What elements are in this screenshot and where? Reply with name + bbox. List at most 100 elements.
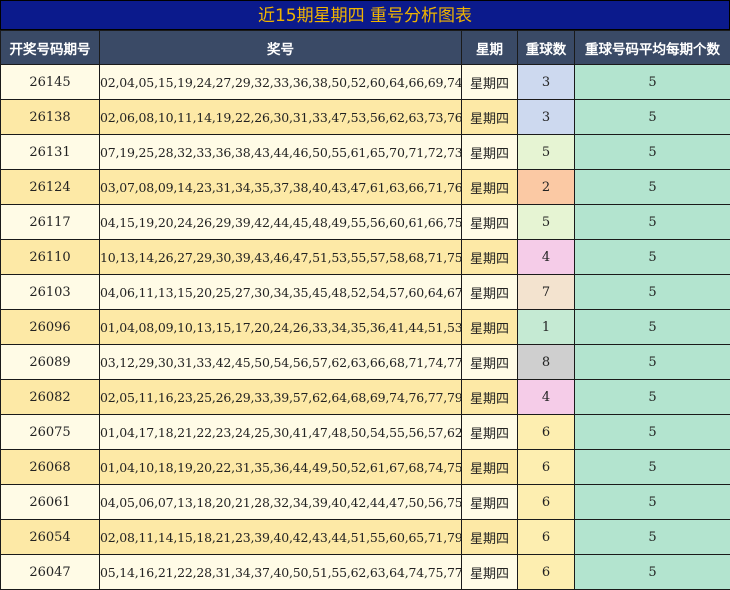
weekday-cell: 星期四	[462, 380, 518, 415]
header-repeat-count: 重球数	[518, 31, 575, 65]
repeat-average-cell: 5	[575, 520, 730, 555]
table-row: 2609601,04,08,09,10,13,15,17,20,24,26,33…	[1, 310, 730, 345]
issue-cell: 26047	[1, 555, 100, 590]
repeat-count-cell: 2	[518, 170, 575, 205]
weekday-cell: 星期四	[462, 240, 518, 275]
table-row: 2608903,12,29,30,31,33,42,45,50,54,56,57…	[1, 345, 730, 380]
header-numbers: 奖号	[100, 31, 462, 65]
weekday-cell: 星期四	[462, 555, 518, 590]
repeat-average-cell: 5	[575, 450, 730, 485]
repeat-average-cell: 5	[575, 415, 730, 450]
issue-cell: 26117	[1, 205, 100, 240]
table-row: 2607501,04,17,18,21,22,23,24,25,30,41,47…	[1, 415, 730, 450]
weekday-cell: 星期四	[462, 345, 518, 380]
repeat-average-cell: 5	[575, 310, 730, 345]
numbers-cell: 07,19,25,28,32,33,36,38,43,44,46,50,55,6…	[100, 135, 462, 170]
table-row: 2604705,14,16,21,22,28,31,34,37,40,50,51…	[1, 555, 730, 590]
header-row: 开奖号码期号 奖号 星期 重球数 重球号码平均每期个数	[1, 31, 730, 65]
issue-cell: 26054	[1, 520, 100, 555]
repeat-average-cell: 5	[575, 170, 730, 205]
repeat-average-cell: 5	[575, 345, 730, 380]
table-row: 2606801,04,10,18,19,20,22,31,35,36,44,49…	[1, 450, 730, 485]
chart-title: 近15期星期四 重号分析图表	[0, 0, 730, 30]
repeat-count-cell: 6	[518, 415, 575, 450]
issue-cell: 26103	[1, 275, 100, 310]
table-row: 2613107,19,25,28,32,33,36,38,43,44,46,50…	[1, 135, 730, 170]
numbers-cell: 01,04,10,18,19,20,22,31,35,36,44,49,50,5…	[100, 450, 462, 485]
issue-cell: 26096	[1, 310, 100, 345]
weekday-cell: 星期四	[462, 520, 518, 555]
repeat-average-cell: 5	[575, 135, 730, 170]
numbers-cell: 10,13,14,26,27,29,30,39,43,46,47,51,53,5…	[100, 240, 462, 275]
repeat-count-cell: 1	[518, 310, 575, 345]
weekday-cell: 星期四	[462, 310, 518, 345]
issue-cell: 26075	[1, 415, 100, 450]
numbers-cell: 04,15,19,20,24,26,29,39,42,44,45,48,49,5…	[100, 205, 462, 240]
numbers-cell: 02,06,08,10,11,14,19,22,26,30,31,33,47,5…	[100, 100, 462, 135]
repeat-average-cell: 5	[575, 275, 730, 310]
repeat-average-cell: 5	[575, 555, 730, 590]
issue-cell: 26061	[1, 485, 100, 520]
issue-cell: 26145	[1, 65, 100, 100]
numbers-cell: 02,08,11,14,15,18,21,23,39,40,42,43,44,5…	[100, 520, 462, 555]
header-weekday: 星期	[462, 31, 518, 65]
repeat-count-cell: 6	[518, 555, 575, 590]
numbers-cell: 01,04,08,09,10,13,15,17,20,24,26,33,34,3…	[100, 310, 462, 345]
numbers-cell: 03,12,29,30,31,33,42,45,50,54,56,57,62,6…	[100, 345, 462, 380]
weekday-cell: 星期四	[462, 65, 518, 100]
table-row: 2614502,04,05,15,19,24,27,29,32,33,36,38…	[1, 65, 730, 100]
issue-cell: 26089	[1, 345, 100, 380]
numbers-cell: 05,14,16,21,22,28,31,34,37,40,50,51,55,6…	[100, 555, 462, 590]
table-row: 2613802,06,08,10,11,14,19,22,26,30,31,33…	[1, 100, 730, 135]
repeat-count-cell: 8	[518, 345, 575, 380]
weekday-cell: 星期四	[462, 275, 518, 310]
repeat-average-cell: 5	[575, 205, 730, 240]
issue-cell: 26082	[1, 380, 100, 415]
table-row: 2611010,13,14,26,27,29,30,39,43,46,47,51…	[1, 240, 730, 275]
weekday-cell: 星期四	[462, 485, 518, 520]
issue-cell: 26131	[1, 135, 100, 170]
repeat-analysis-table: 开奖号码期号 奖号 星期 重球数 重球号码平均每期个数 2614502,04,0…	[0, 30, 730, 590]
numbers-cell: 04,06,11,13,15,20,25,27,30,34,35,45,48,5…	[100, 275, 462, 310]
table-row: 2611704,15,19,20,24,26,29,39,42,44,45,48…	[1, 205, 730, 240]
repeat-count-cell: 7	[518, 275, 575, 310]
repeat-count-cell: 6	[518, 450, 575, 485]
repeat-count-cell: 6	[518, 520, 575, 555]
header-repeat-average: 重球号码平均每期个数	[575, 31, 730, 65]
table-row: 2608202,05,11,16,23,25,26,29,33,39,57,62…	[1, 380, 730, 415]
repeat-count-cell: 6	[518, 485, 575, 520]
issue-cell: 26068	[1, 450, 100, 485]
repeat-count-cell: 3	[518, 100, 575, 135]
table-row: 2612403,07,08,09,14,23,31,34,35,37,38,40…	[1, 170, 730, 205]
repeat-count-cell: 5	[518, 135, 575, 170]
table-body: 2614502,04,05,15,19,24,27,29,32,33,36,38…	[1, 65, 730, 590]
issue-cell: 26124	[1, 170, 100, 205]
repeat-count-cell: 5	[518, 205, 575, 240]
table-row: 2606104,05,06,07,13,18,20,21,28,32,34,39…	[1, 485, 730, 520]
repeat-average-cell: 5	[575, 100, 730, 135]
repeat-average-cell: 5	[575, 240, 730, 275]
numbers-cell: 01,04,17,18,21,22,23,24,25,30,41,47,48,5…	[100, 415, 462, 450]
repeat-count-cell: 4	[518, 240, 575, 275]
weekday-cell: 星期四	[462, 135, 518, 170]
weekday-cell: 星期四	[462, 205, 518, 240]
numbers-cell: 02,05,11,16,23,25,26,29,33,39,57,62,64,6…	[100, 380, 462, 415]
header-issue: 开奖号码期号	[1, 31, 100, 65]
table-row: 2605402,08,11,14,15,18,21,23,39,40,42,43…	[1, 520, 730, 555]
repeat-analysis-panel: 近15期星期四 重号分析图表 开奖号码期号 奖号 星期 重球数 重球号码平均每期…	[0, 0, 730, 589]
issue-cell: 26138	[1, 100, 100, 135]
weekday-cell: 星期四	[462, 450, 518, 485]
repeat-count-cell: 4	[518, 380, 575, 415]
repeat-average-cell: 5	[575, 380, 730, 415]
table-row: 2610304,06,11,13,15,20,25,27,30,34,35,45…	[1, 275, 730, 310]
numbers-cell: 02,04,05,15,19,24,27,29,32,33,36,38,50,5…	[100, 65, 462, 100]
weekday-cell: 星期四	[462, 170, 518, 205]
weekday-cell: 星期四	[462, 415, 518, 450]
repeat-average-cell: 5	[575, 65, 730, 100]
numbers-cell: 04,05,06,07,13,18,20,21,28,32,34,39,40,4…	[100, 485, 462, 520]
repeat-count-cell: 3	[518, 65, 575, 100]
weekday-cell: 星期四	[462, 100, 518, 135]
repeat-average-cell: 5	[575, 485, 730, 520]
issue-cell: 26110	[1, 240, 100, 275]
numbers-cell: 03,07,08,09,14,23,31,34,35,37,38,40,43,4…	[100, 170, 462, 205]
